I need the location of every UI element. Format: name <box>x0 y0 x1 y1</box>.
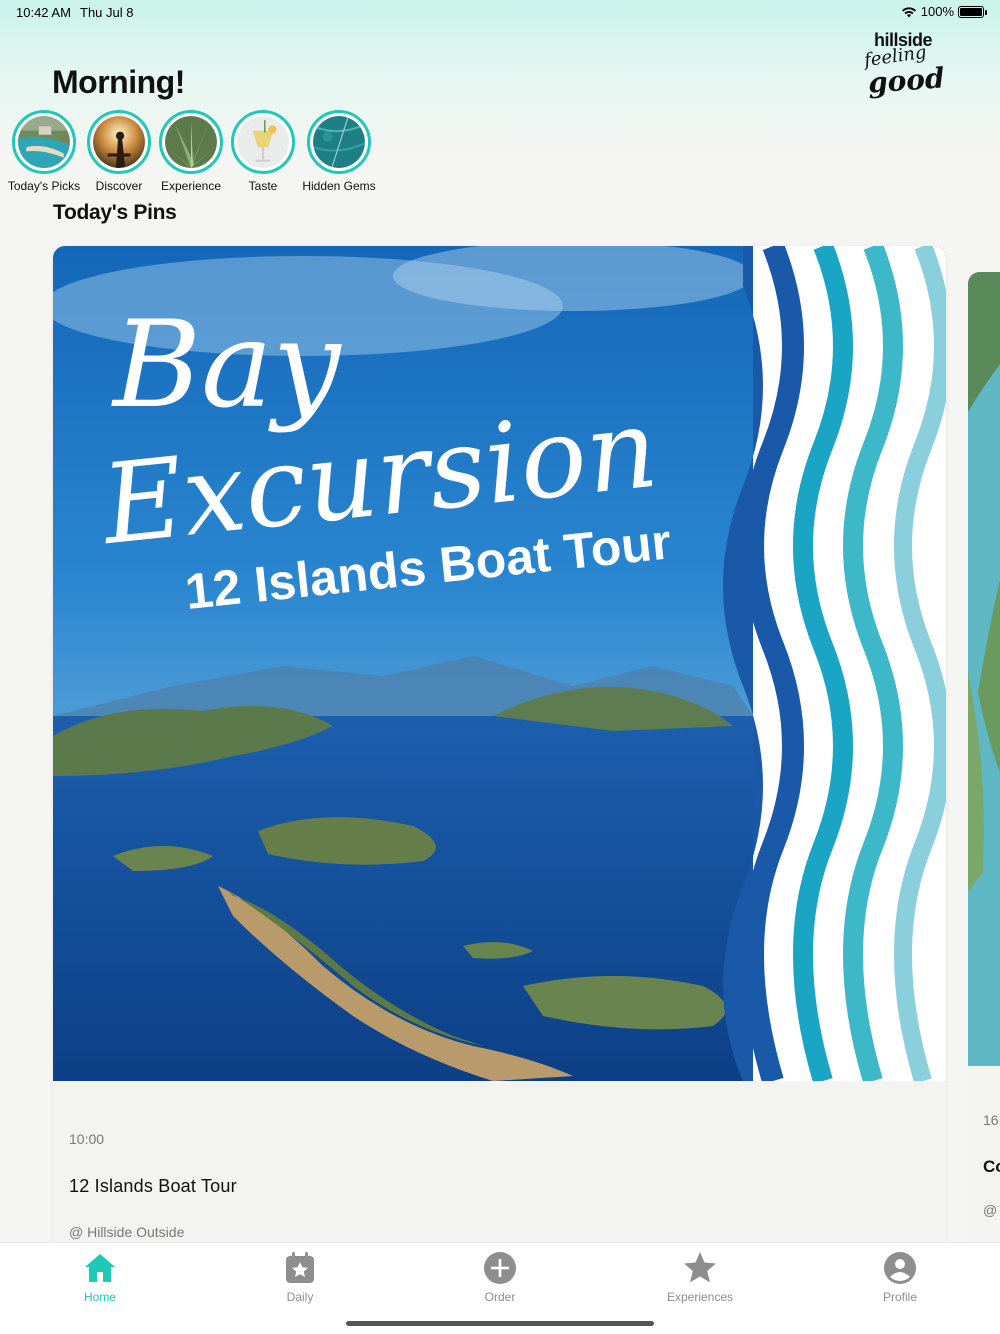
pin-title: Co <box>983 1157 1000 1176</box>
pin-location: @ I <box>983 1202 1000 1218</box>
tab-label: Daily <box>286 1290 314 1304</box>
beach-thumbnail-icon <box>18 116 70 168</box>
poster-script-line-1: Bay <box>111 296 343 435</box>
tab-home[interactable]: Home <box>40 1251 160 1304</box>
pin-title: 12 Islands Boat Tour <box>69 1176 237 1196</box>
tab-daily[interactable]: Daily <box>240 1251 360 1304</box>
home-indicator[interactable] <box>346 1321 654 1326</box>
story-ring <box>87 110 151 174</box>
tab-profile[interactable]: Profile <box>840 1251 960 1304</box>
palm-poster-image <box>968 272 1000 1066</box>
story-ring <box>307 110 371 174</box>
pin-card[interactable]: Bay Excursion 12 Islands Boat Tour 10:00… <box>53 246 946 1256</box>
battery-icon <box>958 5 987 18</box>
calendar-star-icon <box>286 1252 314 1283</box>
story-ring <box>231 110 295 174</box>
hillside-logo: hillside feeling good <box>858 30 950 100</box>
person-circle-icon <box>884 1252 916 1284</box>
tab-label: Experiences <box>666 1290 734 1304</box>
star-icon <box>684 1252 716 1283</box>
status-bar: 10:42 AM Thu Jul 8 100% <box>0 0 1000 24</box>
story-ring <box>159 110 223 174</box>
wifi-icon <box>901 6 916 17</box>
tab-experiences[interactable]: Experiences <box>640 1251 760 1304</box>
tab-label: Home <box>83 1290 116 1304</box>
section-title: Today's Pins <box>53 201 177 224</box>
aloe-plant-thumbnail-icon <box>165 116 217 168</box>
logo-line-3: good <box>866 61 946 100</box>
story-hidden-gems[interactable]: Hidden Gems <box>294 110 384 193</box>
status-time: 10:42 AM <box>16 5 71 20</box>
story-ring <box>12 110 76 174</box>
greeting-title: Morning! <box>52 64 185 100</box>
pin-time: 16: <box>983 1112 1000 1128</box>
boat-tour-poster-image: Bay Excursion 12 Islands Boat Tour <box>53 246 946 1081</box>
home-icon <box>85 1254 115 1282</box>
pin-card-next[interactable]: 16: Co @ I <box>968 272 1000 1252</box>
tab-label: Order <box>484 1290 516 1304</box>
status-indicators: 100% <box>901 4 987 19</box>
tab-order[interactable]: Order <box>440 1251 560 1304</box>
cocktail-thumbnail-icon <box>237 116 289 168</box>
tab-label: Profile <box>882 1290 917 1304</box>
sea-thumbnail-icon <box>313 116 365 168</box>
pin-location: @ Hillside Outside <box>69 1224 185 1240</box>
plus-circle-icon <box>484 1252 516 1284</box>
status-date: Thu Jul 8 <box>80 5 134 20</box>
sunset-thumbnail-icon <box>93 116 145 168</box>
battery-percent: 100% <box>920 4 954 19</box>
story-label: Hidden Gems <box>302 179 376 193</box>
pin-time: 10:00 <box>69 1131 105 1147</box>
